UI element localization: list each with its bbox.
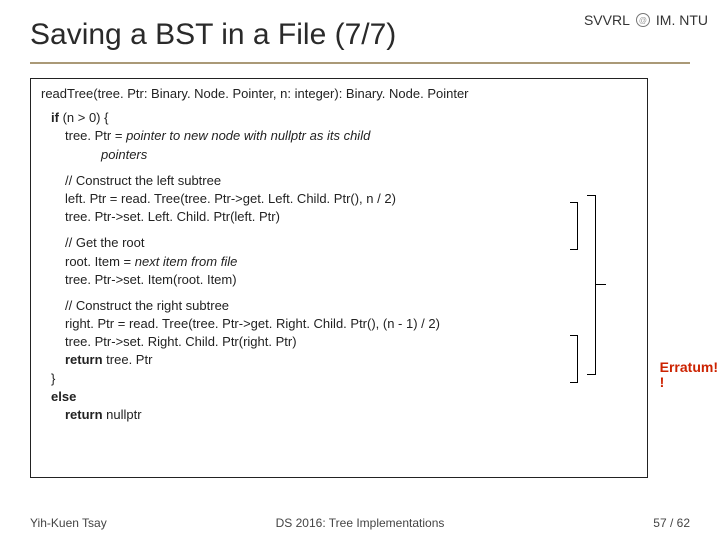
- else-keyword: else: [51, 388, 637, 406]
- line-setleft: tree. Ptr->set. Left. Child. Ptr(left. P…: [65, 208, 637, 226]
- line-setright: tree. Ptr->set. Right. Child. Ptr(right.…: [65, 333, 637, 351]
- line-newnode: tree. Ptr = pointer to new node with nul…: [65, 127, 637, 145]
- close-brace: }: [51, 370, 637, 388]
- if-keyword: if: [51, 110, 59, 125]
- title-divider: [30, 62, 690, 64]
- erratum-label: Erratum! !: [660, 360, 718, 391]
- footer: Yih-Kuen Tsay DS 2016: Tree Implementati…: [30, 516, 690, 530]
- comment-left: // Construct the left subtree: [65, 172, 637, 190]
- slide-title: Saving a BST in a File (7/7): [30, 18, 396, 52]
- bracket-block-2: [570, 335, 578, 383]
- footer-author: Yih-Kuen Tsay: [30, 516, 107, 530]
- function-signature: readTree(tree. Ptr: Binary. Node. Pointe…: [41, 85, 637, 103]
- code-box: readTree(tree. Ptr: Binary. Node. Pointe…: [30, 78, 648, 478]
- bracket-block-1: [570, 202, 578, 250]
- line-newnode-cont: pointers: [101, 146, 637, 164]
- header: SVVRL @ IM. NTU: [584, 12, 708, 28]
- line-leftptr: left. Ptr = read. Tree(tree. Ptr->get. L…: [65, 190, 637, 208]
- if-cond: (n > 0) {: [59, 110, 109, 125]
- line-setitem: tree. Ptr->set. Item(root. Item): [65, 271, 637, 289]
- return-null: return nullptr: [65, 406, 637, 424]
- comment-root: // Get the root: [65, 234, 637, 252]
- comment-right: // Construct the right subtree: [65, 297, 637, 315]
- line-rightptr: right. Ptr = read. Tree(tree. Ptr->get. …: [65, 315, 637, 333]
- if-line: if (n > 0) {: [51, 109, 637, 127]
- logo-icon: @: [636, 13, 650, 27]
- header-left: SVVRL: [584, 12, 630, 28]
- header-right: IM. NTU: [656, 12, 708, 28]
- footer-page: 57 / 62: [653, 516, 690, 530]
- bracket-big: [586, 195, 596, 375]
- line-rootitem: root. Item = next item from file: [65, 253, 637, 271]
- bracket-mid-tick: [596, 284, 606, 285]
- return-tree: return tree. Ptr: [65, 351, 637, 369]
- footer-course: DS 2016: Tree Implementations: [276, 516, 445, 530]
